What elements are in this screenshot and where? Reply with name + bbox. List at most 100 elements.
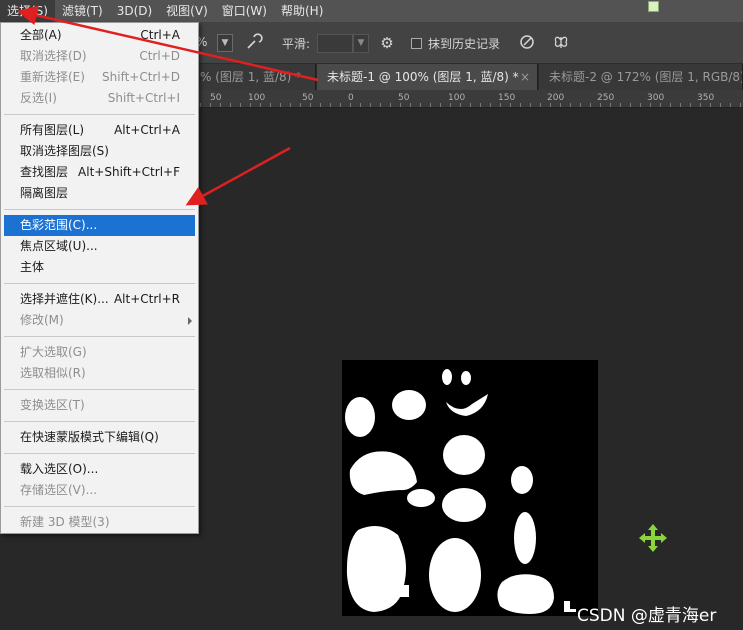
menu-separator xyxy=(4,453,195,454)
menu-item-label: 色彩范围(C)... xyxy=(20,218,98,232)
menu-item-shortcut: Alt+Shift+Ctrl+F xyxy=(78,165,180,179)
arrow-to-color-range xyxy=(185,146,291,206)
menu-item[interactable]: 隔离图层 xyxy=(1,183,198,204)
menu-select[interactable]: 选择(S) xyxy=(0,0,55,22)
close-icon[interactable]: × xyxy=(520,64,530,90)
menu-item-label: 选择并遮住(K)... xyxy=(20,292,109,306)
ruler-tick xyxy=(380,103,381,107)
ruler-label: 250 xyxy=(597,93,615,103)
pressure-icon[interactable] xyxy=(517,33,537,53)
ruler-tick xyxy=(300,103,301,107)
menu-item-label: 在快速蒙版模式下编辑(Q) xyxy=(20,430,159,444)
ruler-tick xyxy=(690,103,691,107)
menu-item[interactable]: 变换选区(T) xyxy=(1,395,198,416)
menu-item[interactable]: 新建 3D 模型(3) xyxy=(1,512,198,533)
ruler-tick xyxy=(710,103,711,107)
ruler-tick xyxy=(490,103,491,107)
tab-untitled-1[interactable]: 未标题-1 @ 100% (图层 1, 蓝/8) * × xyxy=(317,64,538,90)
select-dropdown-menu: 全部(A) Ctrl+A 取消选择(D) Ctrl+D 重新选择(E) Shift+Ctr… xyxy=(0,22,199,534)
ruler-tick xyxy=(430,103,431,107)
menu-item[interactable]: 取消选择(D) Ctrl+D xyxy=(1,46,198,67)
menu-item-label: 查找图层 xyxy=(20,165,69,179)
menu-item-label: 修改(M) xyxy=(20,313,64,327)
menu-item[interactable]: 全部(A) Ctrl+A xyxy=(1,25,198,46)
ruler-tick xyxy=(410,103,411,107)
menu-item-label: 选取相似(R) xyxy=(20,366,86,380)
ruler-tick xyxy=(290,103,291,107)
ruler-tick xyxy=(400,103,401,107)
ruler-tick xyxy=(220,103,221,107)
chevron-down-icon[interactable]: ▼ xyxy=(353,34,369,53)
menu-item[interactable]: 重新选择(E) Shift+Ctrl+D xyxy=(1,67,198,88)
menu-item[interactable]: 所有图层(L) Alt+Ctrl+A xyxy=(1,120,198,141)
ruler-tick xyxy=(240,103,241,107)
menu-item[interactable]: 取消选择图层(S) xyxy=(1,141,198,162)
ruler-tick xyxy=(260,103,261,107)
tab-partial[interactable]: % (图层 1, 蓝/8) * xyxy=(196,64,316,90)
symmetry-butterfly-icon[interactable] xyxy=(551,33,571,53)
ruler-tick xyxy=(460,103,461,107)
ruler-label: 100 xyxy=(248,93,266,103)
chevron-down-icon[interactable]: ▼ xyxy=(217,34,233,52)
menu-item-label: 存储选区(V)... xyxy=(20,483,98,497)
ruler-tick xyxy=(700,103,701,107)
menu-help[interactable]: 帮助(H) xyxy=(274,0,330,22)
menu-item-label: 主体 xyxy=(20,260,45,274)
ruler-tick xyxy=(210,103,211,107)
ruler-tick xyxy=(470,103,471,107)
tab-untitled-2[interactable]: 未标题-2 @ 172% (图层 1, RGB/8) * xyxy=(539,64,743,90)
ruler-label: 50 xyxy=(210,93,222,103)
menu-item-label: 新建 3D 模型(3) xyxy=(20,515,110,529)
ruler-tick xyxy=(660,103,661,107)
menu-item[interactable]: 载入选区(O)... xyxy=(1,459,198,480)
menu-item[interactable]: 扩大选取(G) xyxy=(1,342,198,363)
menu-item[interactable]: 主体 xyxy=(1,257,198,278)
menu-item-shortcut: Shift+Ctrl+D xyxy=(102,70,180,84)
ruler-label: 100 xyxy=(448,93,466,103)
menu-separator xyxy=(4,209,195,210)
menu-view[interactable]: 视图(V) xyxy=(159,0,215,22)
ruler-tick xyxy=(520,103,521,107)
menu-item-shortcut: Ctrl+D xyxy=(139,49,180,63)
menu-item[interactable]: 在快速蒙版模式下编辑(Q) xyxy=(1,427,198,448)
menu-item[interactable]: 选取相似(R) xyxy=(1,363,198,384)
ruler-tick xyxy=(560,103,561,107)
window-indicator xyxy=(648,1,659,12)
tab-label: 未标题-1 @ 100% (图层 1, 蓝/8) * xyxy=(327,70,519,84)
menu-item-shortcut: Alt+Ctrl+R xyxy=(113,292,180,306)
menu-3d[interactable]: 3D(D) xyxy=(110,0,159,22)
gear-icon[interactable]: ⚙ xyxy=(377,33,397,53)
ruler-label: 50 xyxy=(302,93,314,103)
ruler-tick xyxy=(540,103,541,107)
menu-item[interactable]: 选择并遮住(K)... Alt+Ctrl+R xyxy=(1,289,198,310)
menu-separator xyxy=(4,336,195,337)
menu-filter[interactable]: 滤镜(T) xyxy=(55,0,110,22)
menu-item[interactable]: 修改(M) xyxy=(1,310,198,331)
menu-window[interactable]: 窗口(W) xyxy=(215,0,274,22)
menu-separator xyxy=(4,283,195,284)
ruler-tick xyxy=(390,103,391,107)
smoothing-input[interactable] xyxy=(317,34,353,53)
menu-item-label: 全部(A) xyxy=(20,28,62,42)
submenu-arrow-icon xyxy=(188,317,192,325)
ruler-label: 300 xyxy=(647,93,665,103)
ruler-tick xyxy=(440,103,441,107)
menu-item[interactable]: 查找图层 Alt+Shift+Ctrl+F xyxy=(1,162,198,183)
ruler-tick xyxy=(310,103,311,107)
ruler-tick xyxy=(740,103,741,107)
menu-separator xyxy=(4,506,195,507)
menu-item[interactable]: 反选(I) Shift+Ctrl+I xyxy=(1,88,198,109)
white-blobs-image xyxy=(345,369,576,614)
ruler-tick xyxy=(230,103,231,107)
menu-item[interactable]: 焦点区域(U)... xyxy=(1,236,198,257)
menu-item-label: 变换选区(T) xyxy=(20,398,85,412)
ruler-tick xyxy=(720,103,721,107)
menu-item-label: 重新选择(E) xyxy=(20,70,85,84)
menu-item-shortcut: Ctrl+A xyxy=(140,28,180,42)
ruler-label: 0 xyxy=(348,93,354,103)
airbrush-icon[interactable] xyxy=(244,33,264,53)
menu-item[interactable]: 存储选区(V)... xyxy=(1,480,198,501)
menu-item[interactable]: 色彩范围(C)... xyxy=(4,215,195,236)
ruler-tick xyxy=(320,103,321,107)
erase-history-checkbox[interactable] xyxy=(411,38,422,49)
